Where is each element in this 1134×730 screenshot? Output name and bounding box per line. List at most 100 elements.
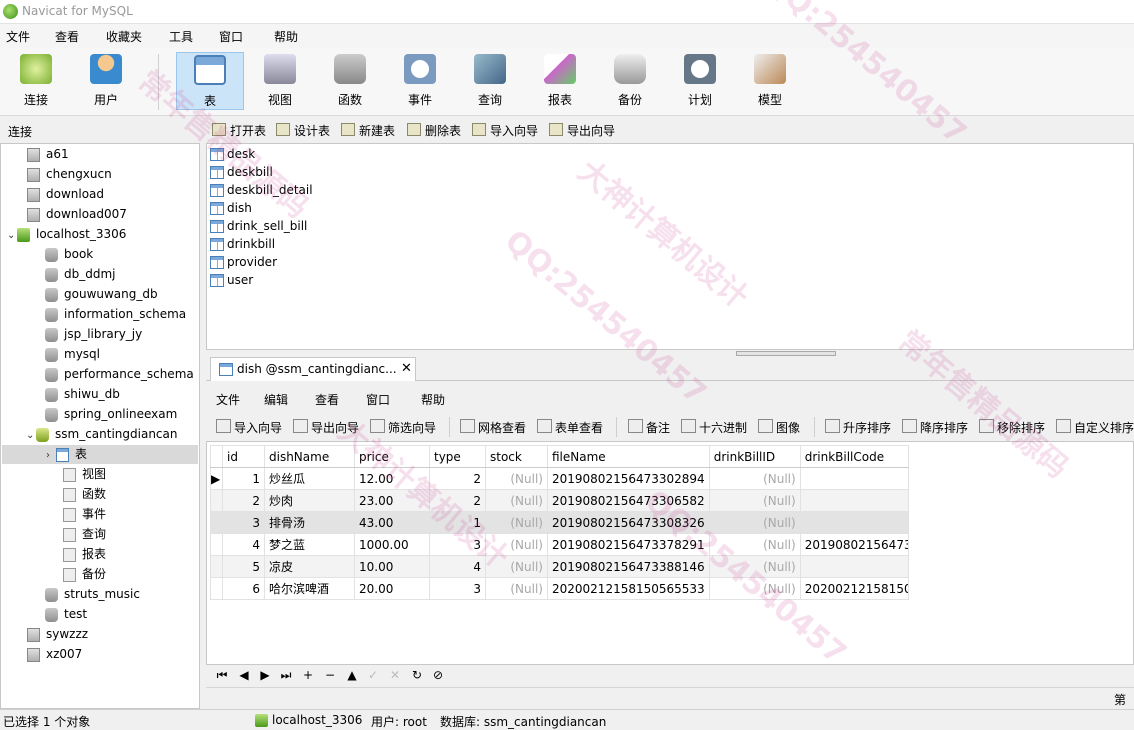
- tab-dish[interactable]: dish @ssm_cantingdianc... ✕: [210, 357, 416, 381]
- cell[interactable]: [799, 467, 909, 490]
- tree-item-database[interactable]: book: [45, 245, 93, 264]
- cell[interactable]: 炒肉: [264, 489, 355, 512]
- inner-menu-window[interactable]: 窗口: [366, 391, 390, 408]
- cell[interactable]: 凉皮: [264, 555, 355, 578]
- cell[interactable]: 3: [222, 511, 265, 534]
- tree-item-tables[interactable]: › 表: [2, 445, 198, 464]
- tree-item-database[interactable]: jsp_library_jy: [45, 325, 142, 344]
- cell[interactable]: 12.00: [354, 467, 430, 490]
- tree-item-database[interactable]: struts_music: [45, 585, 140, 604]
- new-table-button[interactable]: 新建表: [341, 122, 395, 139]
- cell[interactable]: [799, 555, 909, 578]
- table-item[interactable]: drinkbill: [210, 235, 275, 253]
- tree-item-database[interactable]: db_ddmj: [45, 265, 116, 284]
- grid-view-button[interactable]: 网格查看: [460, 419, 526, 436]
- column-header-drinkbillid[interactable]: drinkBillID: [708, 445, 801, 468]
- tree-item-database[interactable]: gouwuwang_db: [45, 285, 158, 304]
- collapse-arrow-icon[interactable]: ⌄: [7, 226, 17, 245]
- tree-item-database[interactable]: spring_onlineexam: [45, 405, 177, 424]
- cell[interactable]: 1: [429, 511, 486, 534]
- cell[interactable]: (Null): [485, 467, 548, 490]
- cell[interactable]: 6: [222, 577, 265, 600]
- design-table-button[interactable]: 设计表: [276, 122, 330, 139]
- cell[interactable]: [799, 511, 909, 534]
- table-item[interactable]: desk: [210, 145, 255, 163]
- cell[interactable]: (Null): [485, 577, 548, 600]
- prev-record-icon[interactable]: ◀: [236, 668, 252, 682]
- toolbar-connection-button[interactable]: 连接: [2, 52, 70, 110]
- sort-descending-button[interactable]: 降序排序: [902, 419, 968, 436]
- column-header-id[interactable]: id: [222, 445, 265, 468]
- table-item[interactable]: dish: [210, 199, 252, 217]
- table-row[interactable]: ▶ 1 炒丝瓜 12.00 2 (Null) 20190802156473302…: [210, 467, 909, 490]
- tree-item-connection[interactable]: xz007: [27, 645, 82, 664]
- tree-item-backups[interactable]: 备份: [63, 565, 106, 584]
- form-view-button[interactable]: 表单查看: [537, 419, 603, 436]
- tree-item-database[interactable]: shiwu_db: [45, 385, 120, 404]
- custom-sort-button[interactable]: 自定义排序: [1056, 419, 1134, 436]
- cell[interactable]: 20190802156473302894: [547, 467, 710, 490]
- next-record-icon[interactable]: ▶: [257, 668, 273, 682]
- cell[interactable]: (Null): [708, 533, 801, 556]
- table-row[interactable]: 2 炒肉 23.00 2 (Null) 20190802156473306582…: [210, 489, 909, 512]
- first-record-icon[interactable]: ⏮: [214, 668, 230, 683]
- image-button[interactable]: 图像: [758, 419, 800, 436]
- table-item[interactable]: drink_sell_bill: [210, 217, 307, 235]
- table-row[interactable]: 6 哈尔滨啤酒 20.00 3 (Null) 20200212158150565…: [210, 577, 909, 600]
- cell[interactable]: 20190802156473306582: [547, 489, 710, 512]
- cell[interactable]: 5: [222, 555, 265, 578]
- toolbar-schedule-button[interactable]: 计划: [666, 52, 734, 110]
- panel-splitter[interactable]: [206, 350, 1134, 357]
- cell[interactable]: (Null): [485, 489, 548, 512]
- cell[interactable]: (Null): [485, 533, 548, 556]
- toolbar-table-button[interactable]: 表: [176, 52, 244, 110]
- table-item[interactable]: deskbill_detail: [210, 181, 313, 199]
- tree-item-database-open[interactable]: ⌄ ssm_cantingdiancan: [26, 425, 177, 444]
- sort-ascending-button[interactable]: 升序排序: [825, 419, 891, 436]
- column-header-drinkbillcode[interactable]: drinkBillCode: [799, 445, 909, 468]
- inner-menu-edit[interactable]: 编辑: [264, 391, 288, 408]
- cell[interactable]: (Null): [485, 555, 548, 578]
- add-record-icon[interactable]: +: [300, 668, 316, 682]
- collapse-arrow-icon[interactable]: ⌄: [26, 426, 36, 445]
- inner-menu-view[interactable]: 查看: [315, 391, 339, 408]
- hex-button[interactable]: 十六进制: [681, 419, 747, 436]
- tree-item-connection[interactable]: chengxucn: [27, 165, 112, 184]
- cell[interactable]: 20190802156473308326: [547, 511, 710, 534]
- tree-item-localhost[interactable]: ⌄ localhost_3306: [7, 225, 126, 244]
- expand-arrow-icon[interactable]: ›: [46, 446, 56, 465]
- cell[interactable]: 炒丝瓜: [264, 467, 355, 490]
- menu-favorites[interactable]: 收藏夹: [106, 28, 142, 45]
- export-wizard-button[interactable]: 导出向导: [293, 419, 359, 436]
- tree-item-connection[interactable]: sywzzz: [27, 625, 88, 644]
- table-item[interactable]: user: [210, 271, 253, 289]
- toolbar-view-button[interactable]: 视图: [246, 52, 314, 110]
- menu-view[interactable]: 查看: [55, 28, 79, 45]
- cell[interactable]: 20190802156473388146: [547, 555, 710, 578]
- tree-item-connection[interactable]: a61: [27, 145, 69, 164]
- refresh-icon[interactable]: ↻: [409, 668, 425, 682]
- cell[interactable]: 10.00: [354, 555, 430, 578]
- import-wizard-button[interactable]: 导入向导: [216, 419, 282, 436]
- cell[interactable]: 20.00: [354, 577, 430, 600]
- table-row[interactable]: 5 凉皮 10.00 4 (Null) 20190802156473388146…: [210, 555, 909, 578]
- cell[interactable]: 4: [222, 533, 265, 556]
- cell[interactable]: 梦之蓝: [264, 533, 355, 556]
- stop-icon[interactable]: ⊘: [430, 668, 446, 682]
- cell[interactable]: 20200212158150565533: [547, 577, 710, 600]
- cell[interactable]: (Null): [708, 555, 801, 578]
- table-item[interactable]: provider: [210, 253, 277, 271]
- tree-item-reports[interactable]: 报表: [63, 545, 106, 564]
- cell[interactable]: 2: [429, 489, 486, 512]
- cell[interactable]: (Null): [708, 511, 801, 534]
- table-row[interactable]: 4 梦之蓝 1000.00 3 (Null) 20190802156473378…: [210, 533, 909, 556]
- tree-item-database[interactable]: test: [45, 605, 87, 624]
- cancel-icon[interactable]: ✕: [387, 668, 403, 682]
- cell[interactable]: 1000.00: [354, 533, 430, 556]
- menu-tools[interactable]: 工具: [169, 28, 193, 45]
- cell[interactable]: 2: [222, 489, 265, 512]
- cell[interactable]: 4: [429, 555, 486, 578]
- tree-item-database[interactable]: mysql: [45, 345, 100, 364]
- cell[interactable]: (Null): [708, 489, 801, 512]
- cell[interactable]: 202002121581505: [799, 577, 909, 600]
